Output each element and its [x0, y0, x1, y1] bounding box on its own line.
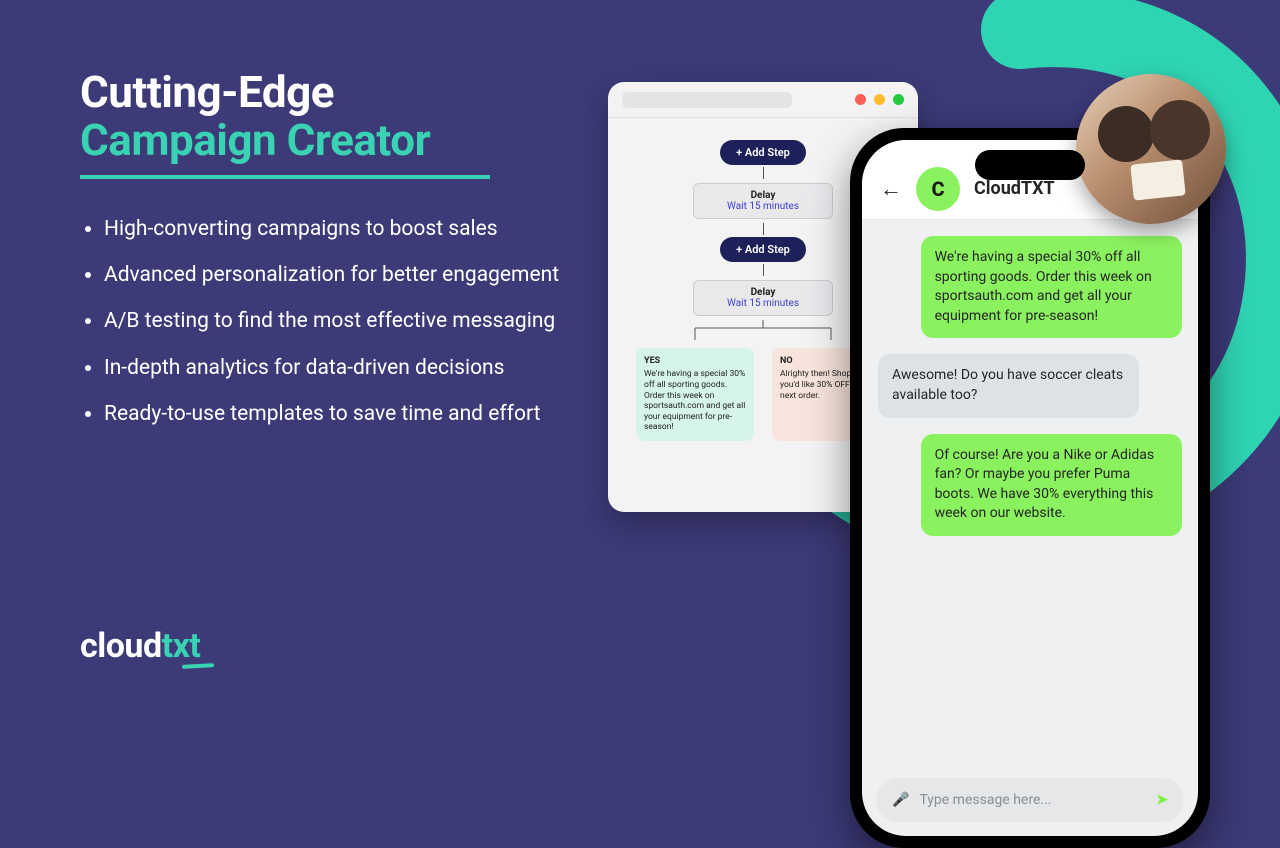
branch-yes-text: We're having a special 30% off all sport…: [644, 369, 745, 432]
back-icon[interactable]: ←: [880, 176, 902, 202]
branch-yes[interactable]: YES We're having a special 30% off all s…: [636, 348, 754, 441]
headline-line2: Campaign Creator: [80, 114, 430, 166]
add-step-button[interactable]: + Add Step: [720, 140, 806, 165]
dynamic-island: [975, 150, 1085, 180]
window-controls: [855, 94, 904, 105]
headline-underline: [80, 175, 490, 179]
connector: [763, 223, 764, 235]
delay-desc: Wait 15 minutes: [714, 201, 812, 212]
mic-icon[interactable]: 🎤: [892, 792, 909, 808]
minimize-icon: [874, 94, 885, 105]
add-step-button[interactable]: + Add Step: [720, 237, 806, 262]
message-list: We're having a special 30% off all sport…: [862, 220, 1198, 552]
send-icon[interactable]: ➤: [1156, 792, 1168, 808]
delay-title: Delay: [714, 287, 812, 298]
browser-chrome: [608, 82, 918, 118]
avatar-letter: C: [931, 177, 944, 201]
message-input[interactable]: 🎤 Type message here... ➤: [876, 778, 1184, 822]
connector: [763, 167, 764, 179]
headline-line1: Cutting-Edge: [80, 66, 334, 118]
delay-node[interactable]: Delay Wait 15 minutes: [693, 280, 833, 316]
feature-item: In-depth analytics for data-driven decis…: [104, 354, 570, 382]
delay-title: Delay: [714, 190, 812, 201]
hero-copy: Cutting-Edge Campaign Creator High-conve…: [80, 68, 570, 447]
url-bar: [622, 92, 792, 108]
feature-item: Ready-to-use templates to save time and …: [104, 400, 570, 428]
message-incoming: Awesome! Do you have soccer cleats avail…: [878, 354, 1139, 417]
feature-list: High-converting campaigns to boost sales…: [104, 215, 570, 429]
delay-node[interactable]: Delay Wait 15 minutes: [693, 183, 833, 219]
logo-txt: txt: [162, 626, 201, 666]
branch-yes-label: YES: [644, 356, 746, 367]
message-outgoing: Of course! Are you a Nike or Adidas fan?…: [921, 434, 1182, 536]
avatar[interactable]: C: [916, 167, 960, 211]
logo-cloud: cloud: [80, 626, 162, 666]
cloudtxt-logo: cloudtxt: [80, 626, 200, 666]
connector: [763, 264, 764, 276]
feature-item: High-converting campaigns to boost sales: [104, 215, 570, 243]
delay-desc: Wait 15 minutes: [714, 298, 812, 309]
feature-item: A/B testing to find the most effective m…: [104, 307, 570, 335]
message-outgoing: We're having a special 30% off all sport…: [921, 236, 1182, 338]
close-icon: [855, 94, 866, 105]
branch-connector: [683, 320, 843, 340]
chat-screen: ← C CloudTXT 📞 We're having a special 30…: [862, 140, 1198, 836]
input-placeholder: Type message here...: [919, 792, 1051, 808]
phone-mockup: ← C CloudTXT 📞 We're having a special 30…: [850, 128, 1210, 848]
maximize-icon: [893, 94, 904, 105]
feature-item: Advanced personalization for better enga…: [104, 261, 570, 289]
lifestyle-photo: [1076, 74, 1226, 224]
